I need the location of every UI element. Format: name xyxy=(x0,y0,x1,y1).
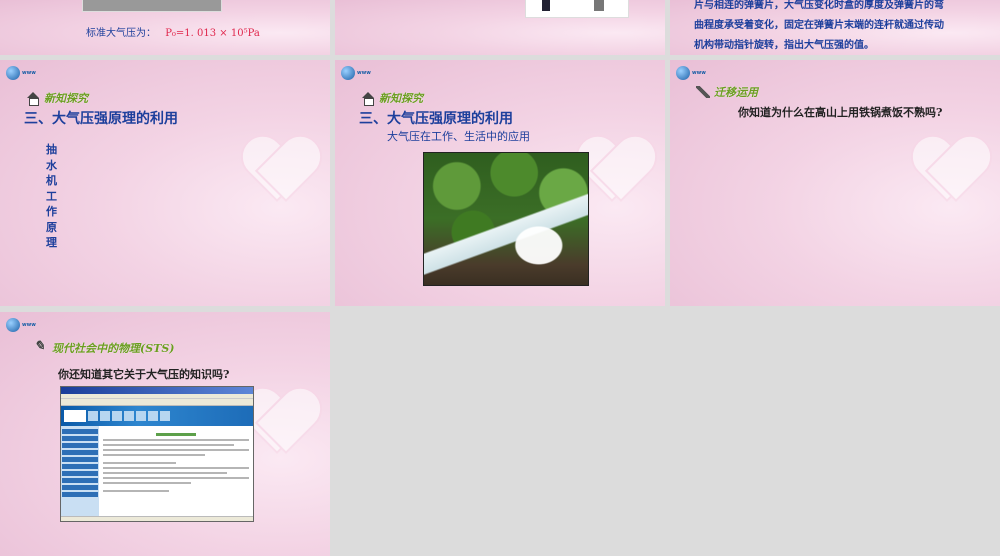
browser-statusbar xyxy=(61,516,253,521)
house-icon xyxy=(361,92,375,106)
slide-3[interactable]: 片与相连的弹簧片，大气压变化时盒的厚度及弹簧片的弯 曲程度承受着变化，固定在弹簧… xyxy=(670,0,1000,55)
slide-4[interactable]: www 新知探究 三、大气压强原理的利用 抽水机工作原理 xyxy=(0,60,330,306)
slide-title: 三、大气压强原理的利用 xyxy=(24,111,178,127)
browser-toolbar xyxy=(61,399,253,406)
device-icon xyxy=(542,0,550,11)
site-left-nav xyxy=(61,426,99,516)
heart-decoration xyxy=(912,138,982,200)
slide-2-image xyxy=(525,0,629,18)
atm-pressure-formula: P₀=1. 013 × 10⁵Pa xyxy=(165,28,260,39)
globe-logo-icon xyxy=(676,66,690,80)
slide-1-image xyxy=(82,0,222,12)
slide-title: 三、大气压强原理的利用 xyxy=(359,111,513,127)
globe-logo: www xyxy=(6,66,36,80)
site-article xyxy=(99,426,253,516)
globe-logo-icon xyxy=(341,66,355,80)
slide-question: 你知道为什么在高山上用铁锅煮饭不熟吗? xyxy=(738,106,943,119)
section-label: 现代社会中的物理(STS) xyxy=(34,339,174,356)
pencil-icon xyxy=(696,86,710,98)
globe-logo: www xyxy=(676,66,706,80)
slide-1[interactable]: 标准大气压为： P₀=1. 013 × 10⁵Pa xyxy=(0,0,330,55)
slide-subtitle: 大气压在工作、生活中的应用 xyxy=(387,130,530,143)
slide-2[interactable] xyxy=(335,0,665,55)
slide-question: 你还知道其它关于大气压的知识吗? xyxy=(58,368,230,381)
vertical-label: 抽水机工作原理 xyxy=(46,143,57,249)
slide-6[interactable]: www 迁移运用 你知道为什么在高山上用铁锅煮饭不熟吗? xyxy=(670,60,1000,306)
slide-1-body: 标准大气压为： P₀=1. 013 × 10⁵Pa xyxy=(86,28,260,39)
section-label: 迁移运用 xyxy=(696,84,758,100)
slide-5[interactable]: www 新知探究 三、大气压强原理的利用 大气压在工作、生活中的应用 xyxy=(335,60,665,306)
irrigation-photo xyxy=(423,152,589,286)
slide-7[interactable]: www 现代社会中的物理(STS) 你还知道其它关于大气压的知识吗? xyxy=(0,312,330,556)
heart-decoration xyxy=(242,138,312,200)
house-icon xyxy=(26,92,40,106)
site-banner xyxy=(61,406,253,426)
sts-icon xyxy=(34,339,48,354)
slide-3-body: 片与相连的弹簧片，大气压变化时盒的厚度及弹簧片的弯 曲程度承受着变化，固定在弹簧… xyxy=(694,0,944,51)
section-label: 新知探究 xyxy=(26,90,88,106)
browser-titlebar xyxy=(61,387,253,394)
device-icon xyxy=(594,0,604,11)
globe-logo: www xyxy=(6,318,36,332)
section-label: 新知探究 xyxy=(361,90,423,106)
globe-logo: www xyxy=(341,66,371,80)
globe-logo-icon xyxy=(6,66,20,80)
globe-logo-icon xyxy=(6,318,20,332)
browser-screenshot xyxy=(60,386,254,522)
